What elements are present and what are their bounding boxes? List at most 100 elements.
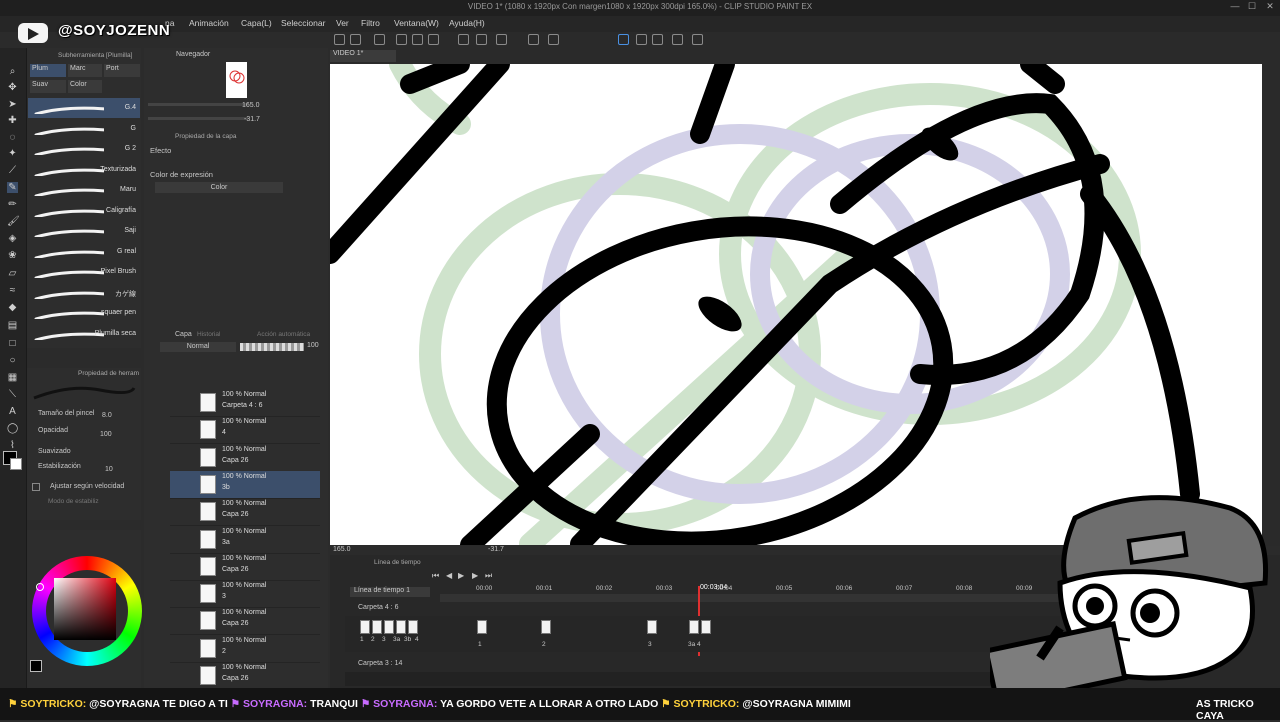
current-color-swatch[interactable] [30, 660, 42, 672]
move-icon[interactable]: ✥ [7, 82, 18, 93]
frame-icon[interactable]: ▦ [7, 372, 18, 383]
settings-icon[interactable] [496, 34, 507, 45]
correct-line-icon[interactable]: ⌇ [7, 440, 18, 451]
timeline-cel[interactable] [408, 620, 418, 634]
brush-size-value[interactable]: 8.0 [102, 412, 112, 419]
brush-item[interactable]: Texturizada [30, 162, 138, 182]
timeline-cel[interactable] [384, 620, 394, 634]
timeline-cel[interactable] [360, 620, 370, 634]
maximize-icon[interactable]: ☐ [1243, 1, 1261, 15]
print-icon[interactable] [428, 34, 439, 45]
layer-row[interactable]: 100 % Normal 3a [170, 526, 320, 554]
layer-icon[interactable] [672, 34, 683, 45]
navigator-preview[interactable] [226, 62, 247, 98]
fill-icon[interactable]: ◆ [7, 302, 18, 313]
timeline-select[interactable]: Línea de tiempo 1 [350, 587, 430, 597]
layer-row[interactable]: 100 % Normal Capa 26 [170, 607, 320, 636]
decoration-icon[interactable]: ❀ [7, 250, 18, 261]
minimize-icon[interactable]: — [1226, 1, 1244, 15]
brush-item[interactable]: Saji [30, 223, 138, 243]
zoom-icon[interactable]: ⌕ [7, 66, 18, 77]
move-layer-icon[interactable]: ✚ [7, 115, 18, 126]
opacity-slider[interactable] [240, 343, 304, 351]
brush-item[interactable]: Caligrafía [30, 203, 138, 223]
timeline-cel[interactable] [541, 620, 551, 634]
layer-row[interactable]: 100 % Normal Capa 26 [170, 444, 320, 472]
menu-item-capa[interactable]: Capa(L) [241, 18, 272, 28]
track-row-2[interactable] [345, 672, 1060, 686]
ruler-icon[interactable]: ⟍ [7, 389, 18, 400]
menu-item-animacion[interactable]: Animación [189, 18, 229, 28]
blend-mode-select[interactable]: Normal [160, 342, 236, 352]
brush-item[interactable]: G 2 [30, 141, 138, 161]
menu-item-seleccionar[interactable]: Seleccionar [281, 18, 325, 28]
balloon-icon[interactable]: ◯ [7, 423, 18, 434]
special-ruler-icon[interactable] [636, 34, 647, 45]
tab-plumilla[interactable]: Plum [30, 64, 66, 77]
timeline-cel[interactable] [689, 620, 699, 634]
pen-icon[interactable]: ✎ [7, 182, 18, 193]
tab-portaminas[interactable]: Port [104, 64, 140, 77]
zoom-slider[interactable] [148, 103, 248, 106]
text-icon[interactable]: A [7, 406, 18, 417]
brush-icon[interactable]: 🖌 [7, 216, 20, 227]
gradient-icon[interactable]: ▤ [7, 320, 18, 331]
brush-item[interactable]: G.4 [30, 100, 138, 120]
save-icon[interactable] [396, 34, 407, 45]
transform-icon[interactable] [548, 34, 559, 45]
layer-row[interactable]: 100 % Normal Capa 26 [170, 662, 320, 690]
ruler-snap-icon[interactable] [618, 34, 629, 45]
tab-color[interactable]: Color [68, 80, 102, 93]
last-frame-icon[interactable]: ⏭ [485, 571, 492, 581]
layer-row[interactable]: 100 % Normal Capa 26 [170, 553, 320, 581]
menu-item-ventana[interactable]: Ventana(W) [394, 18, 439, 28]
layer-row[interactable]: 100 % Normal 3b [170, 470, 320, 499]
drawing-paper[interactable] [330, 64, 1262, 545]
brush-item[interactable]: Pixel Brush [30, 264, 138, 284]
layer-row[interactable]: 100 % Normal Capa 26 [170, 498, 320, 527]
tab-accion[interactable]: Acción automática [257, 331, 310, 338]
airbrush-icon[interactable]: ◈ [7, 233, 18, 244]
clear-icon[interactable] [528, 34, 539, 45]
timeline-ruler[interactable] [440, 594, 1060, 602]
rotate-slider[interactable] [148, 117, 248, 120]
ellipse-icon[interactable]: ○ [7, 355, 18, 366]
camera-icon[interactable] [692, 34, 703, 45]
prev-frame-icon[interactable]: ◀ [446, 571, 452, 580]
layer-row[interactable]: 100 % Normal 4 [170, 416, 320, 445]
figure-icon[interactable]: □ [7, 338, 18, 349]
eyedropper-icon[interactable]: ⟋ [7, 165, 18, 176]
timeline-cel[interactable] [477, 620, 487, 634]
speed-checkbox[interactable] [32, 483, 40, 491]
undo-icon[interactable] [458, 34, 469, 45]
blend-icon[interactable]: ≈ [7, 285, 18, 296]
brush-item[interactable]: Plumilla seca [30, 326, 138, 346]
first-frame-icon[interactable]: ⏮ [432, 571, 439, 581]
menu-item-ayuda[interactable]: Ayuda(H) [449, 18, 485, 28]
layer-row[interactable]: 100 % Normal 3 [170, 580, 320, 609]
track-label-1[interactable]: Carpeta 4 : 6 [358, 604, 398, 611]
brush-item[interactable]: squaer pen [30, 305, 138, 325]
saturation-value-square[interactable] [54, 578, 116, 640]
tab-suave[interactable]: Suav [30, 80, 66, 93]
tab-marcador[interactable]: Marc [68, 64, 102, 77]
layer-row[interactable]: 100 % Normal Carpeta 4 : 6 [170, 389, 320, 417]
play-button-icon[interactable]: ▶ [458, 571, 464, 580]
next-frame-icon[interactable]: ▶ [472, 571, 478, 580]
tool-opacity-value[interactable]: 100 [100, 431, 112, 438]
brush-item[interactable]: Maru [30, 182, 138, 202]
export-icon[interactable] [412, 34, 423, 45]
open-icon[interactable] [374, 34, 385, 45]
tab-historial[interactable]: Historial [197, 331, 220, 338]
timeline-cel[interactable] [372, 620, 382, 634]
timeline-cel[interactable] [647, 620, 657, 634]
menu-item-ver[interactable]: Ver [336, 18, 349, 28]
eraser-icon[interactable]: ▱ [7, 268, 18, 279]
grid-snap-icon[interactable] [652, 34, 663, 45]
magic-wand-icon[interactable]: ✦ [7, 148, 18, 159]
document-tab[interactable]: VIDEO 1* [330, 50, 396, 62]
operation-icon[interactable]: ➤ [7, 99, 18, 110]
menu-item-filtro[interactable]: Filtro [361, 18, 380, 28]
new-file-icon[interactable] [350, 34, 361, 45]
brush-item[interactable]: G real [30, 244, 138, 264]
